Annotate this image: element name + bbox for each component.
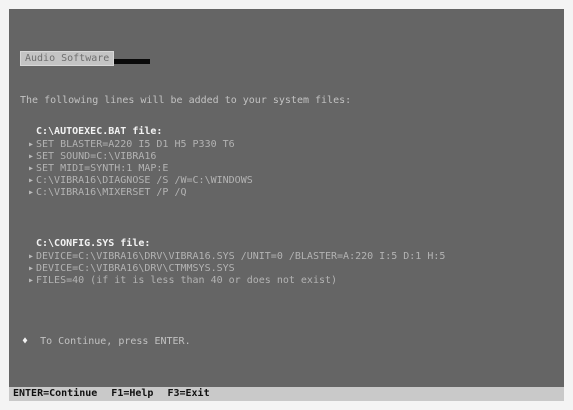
f3-exit-key[interactable]: F3=Exit bbox=[167, 388, 209, 399]
autoexec-line-text: C:\VIBRA16\MIXERSET /P /Q bbox=[36, 187, 187, 198]
continue-prompt-text: To Continue, press ENTER. bbox=[40, 336, 191, 347]
config-line-text: DEVICE=C:\VIBRA16\DRV\VIBRA16.SYS /UNIT=… bbox=[36, 251, 446, 262]
config-line-text: DEVICE=C:\VIBRA16\DRV\CTMMSYS.SYS bbox=[36, 263, 235, 274]
intro-text: The following lines will be added to you… bbox=[20, 95, 352, 106]
config-line: ▸ DEVICE=C:\VIBRA16\DRV\VIBRA16.SYS /UNIT… bbox=[28, 251, 445, 262]
status-bar: ENTER=Continue F1=Help F3=Exit bbox=[9, 387, 564, 401]
autoexec-line-text: SET BLASTER=A220 I5 D1 H5 P330 T6 bbox=[36, 139, 235, 150]
continue-prompt: ♦ To Continue, press ENTER. bbox=[22, 336, 191, 347]
autoexec-line-text: C:\VIBRA16\DIAGNOSE /S /W=C:\WINDOWS bbox=[36, 175, 253, 186]
config-line-text: FILES=40 (if it is less than 40 or does … bbox=[36, 275, 338, 286]
triangle-bullet-icon: ▸ bbox=[28, 151, 35, 162]
config-line: ▸ DEVICE=C:\VIBRA16\DRV\CTMMSYS.SYS bbox=[28, 263, 235, 274]
triangle-bullet-icon: ▸ bbox=[28, 251, 35, 262]
autoexec-line: ▸ SET BLASTER=A220 I5 D1 H5 P330 T6 bbox=[28, 139, 235, 150]
triangle-bullet-icon: ▸ bbox=[28, 187, 35, 198]
window-title: Audio Software bbox=[20, 51, 115, 66]
triangle-bullet-icon: ▸ bbox=[28, 275, 35, 286]
triangle-bullet-icon: ▸ bbox=[28, 263, 35, 274]
autoexec-line: ▸ C:\VIBRA16\MIXERSET /P /Q bbox=[28, 187, 187, 198]
autoexec-line: ▸ C:\VIBRA16\DIAGNOSE /S /W=C:\WINDOWS bbox=[28, 175, 253, 186]
autoexec-line-text: SET SOUND=C:\VIBRA16 bbox=[36, 151, 157, 162]
title-area: Audio Software bbox=[20, 46, 150, 66]
config-header: C:\CONFIG.SYS file: bbox=[36, 238, 151, 249]
autoexec-header: C:\AUTOEXEC.BAT file: bbox=[36, 126, 163, 137]
autoexec-line: ▸ SET SOUND=C:\VIBRA16 bbox=[28, 151, 156, 162]
triangle-bullet-icon: ▸ bbox=[28, 175, 35, 186]
triangle-bullet-icon: ▸ bbox=[28, 139, 35, 150]
autoexec-line-text: SET MIDI=SYNTH:1 MAP:E bbox=[36, 163, 169, 174]
diamond-bullet-icon: ♦ bbox=[22, 336, 29, 347]
f1-help-key[interactable]: F1=Help bbox=[111, 388, 153, 399]
dos-setup-screen: Audio Software The following lines will … bbox=[9, 9, 564, 401]
enter-continue-key[interactable]: ENTER=Continue bbox=[13, 388, 97, 399]
autoexec-line: ▸ SET MIDI=SYNTH:1 MAP:E bbox=[28, 163, 168, 174]
triangle-bullet-icon: ▸ bbox=[28, 163, 35, 174]
config-line: ▸ FILES=40 (if it is less than 40 or does… bbox=[28, 275, 337, 286]
